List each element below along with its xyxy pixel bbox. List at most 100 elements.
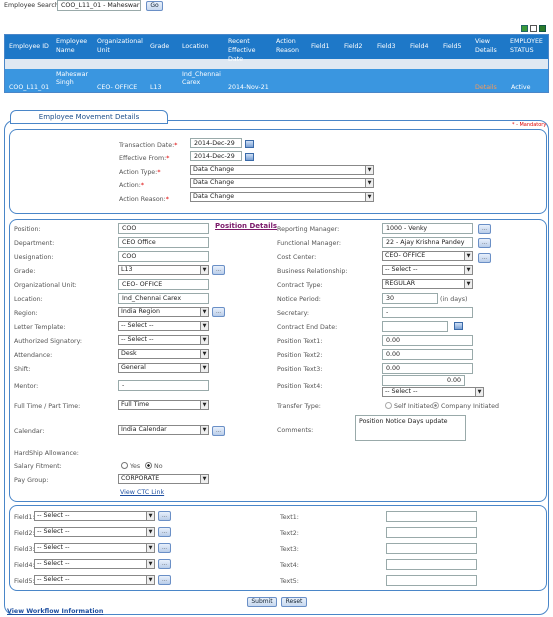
print-icon[interactable] (530, 25, 537, 32)
cost-center-lookup-button[interactable]: … (478, 253, 491, 263)
region-select[interactable]: India Region ▼ (118, 307, 209, 317)
text1-input[interactable] (386, 511, 477, 522)
field5-lookup-button[interactable]: … (158, 575, 171, 585)
self-initiated-radio[interactable] (385, 402, 392, 409)
field5-label: Field5: (14, 578, 35, 585)
effective-from-input[interactable]: 2014-Dec-29 (190, 151, 242, 161)
field1-lookup-button[interactable]: … (158, 511, 171, 521)
excel-export-icon[interactable] (521, 25, 528, 32)
col-field5: Field5 (443, 43, 462, 50)
view-workflow-link[interactable]: View Workflow Information (7, 608, 103, 615)
org-unit-label: Organizational Unit: (14, 282, 77, 289)
effective-calendar-icon[interactable] (245, 153, 254, 161)
cost-center-select[interactable]: CEO- OFFICE ▼ (382, 251, 473, 261)
letter-template-select[interactable]: -- Select -- ▼ (118, 321, 209, 331)
field1-label: Field1: (14, 514, 35, 521)
location-input[interactable]: Ind_Chennai Carex (118, 293, 209, 304)
position-text3-input[interactable]: 0.00 (382, 363, 473, 374)
manager-lookup-button[interactable]: … (478, 224, 491, 234)
grid-export-icon[interactable] (539, 25, 546, 32)
org-unit-input[interactable]: CEO- OFFICE (118, 279, 209, 290)
action-select[interactable]: Data Change ▼ (190, 178, 374, 188)
designation-input[interactable]: COO (118, 251, 209, 262)
company-initiated-label: Company Initiated (441, 403, 499, 410)
col-field3: Field3 (377, 43, 396, 50)
grade-select[interactable]: L13 ▼ (118, 265, 209, 275)
calendar-select[interactable]: India Calendar ▼ (118, 425, 209, 435)
salary-no-radio[interactable] (145, 462, 152, 469)
company-initiated-radio[interactable] (432, 402, 439, 409)
action-type-label: Action Type:* (119, 169, 161, 176)
position-text2-input[interactable]: 0.00 (382, 349, 473, 360)
position-text4-select[interactable]: -- Select -- ▼ (382, 387, 484, 397)
department-input[interactable]: CEO Office (118, 237, 209, 248)
signatory-label: Authorized Signatory: (14, 338, 83, 345)
paygroup-select[interactable]: CORPORATE ▼ (118, 474, 209, 484)
position-panel (9, 219, 547, 502)
reporting-manager-input[interactable]: 1000 - Venky (382, 223, 473, 234)
field1-select[interactable]: -- Select -- ▼ (34, 511, 155, 521)
secretary-input[interactable]: - (382, 307, 473, 318)
col-field1: Field1 (311, 43, 330, 50)
fulltime-select[interactable]: Full Time ▼ (118, 400, 209, 410)
text4-label: Text4: (280, 562, 299, 569)
details-link[interactable]: Details (475, 84, 497, 92)
comments-textarea[interactable]: Position Notice Days update (355, 415, 466, 441)
hardship-label: HardShip Allowance: (14, 450, 79, 457)
cell-org-unit: CEO- OFFICE (97, 84, 138, 91)
contract-type-select[interactable]: REGULAR ▼ (382, 279, 473, 289)
text3-input[interactable] (386, 543, 477, 554)
cell-grade: L13 (150, 84, 162, 91)
field2-lookup-button[interactable]: … (158, 527, 171, 537)
position-text3-label: Position Text3: (277, 366, 323, 373)
field5-select[interactable]: -- Select -- ▼ (34, 575, 155, 585)
employee-search-input[interactable]: COO_L11_01 - Maheswar Sir (57, 0, 141, 11)
position-text4-input[interactable]: 0.00 (382, 375, 465, 386)
contract-end-calendar-icon[interactable] (454, 322, 463, 330)
text5-label: Text5: (280, 578, 299, 585)
calendar-lookup-button[interactable]: … (212, 426, 225, 436)
signatory-select[interactable]: -- Select -- ▼ (118, 335, 209, 345)
go-button[interactable]: Go (146, 1, 163, 11)
functional-manager-input[interactable]: 22 - Ajay Krishna Pandey (382, 237, 473, 248)
shift-select[interactable]: General ▼ (118, 363, 209, 373)
position-input[interactable]: COO (118, 223, 209, 234)
mandatory-note: * - Mandatory (512, 122, 547, 128)
position-text4-label: Position Text4: (277, 383, 323, 390)
action-type-select[interactable]: Data Change ▼ (190, 165, 374, 175)
field3-select[interactable]: -- Select -- ▼ (34, 543, 155, 553)
field2-label: Field2: (14, 530, 35, 537)
grade-lookup-button[interactable]: … (212, 265, 225, 275)
attendance-select[interactable]: Desk ▼ (118, 349, 209, 359)
calendar-label: Calendar: (14, 428, 45, 435)
col-action-reason: Action Reason (276, 38, 299, 54)
department-label: Department: (14, 240, 55, 247)
submit-button[interactable]: Submit (247, 597, 277, 607)
contract-end-input[interactable] (382, 321, 448, 332)
field2-select[interactable]: -- Select -- ▼ (34, 527, 155, 537)
notice-period-input[interactable]: 30 (382, 293, 438, 304)
reset-button[interactable]: Reset (281, 597, 307, 607)
mentor-input[interactable]: - (118, 380, 209, 391)
text5-input[interactable] (386, 575, 477, 586)
action-reason-label: Action Reason:* (119, 196, 169, 203)
business-select[interactable]: -- Select -- ▼ (382, 265, 473, 275)
transaction-calendar-icon[interactable] (245, 140, 254, 148)
field4-select[interactable]: -- Select -- ▼ (34, 559, 155, 569)
region-label: Region: (14, 310, 38, 317)
transaction-date-label: Transaction Date:* (119, 142, 178, 149)
transaction-date-input[interactable]: 2014-Dec-29 (190, 138, 242, 148)
region-lookup-button[interactable]: … (212, 307, 225, 317)
functional-lookup-button[interactable]: … (478, 238, 491, 248)
text2-input[interactable] (386, 527, 477, 538)
text4-input[interactable] (386, 559, 477, 570)
salary-yes-radio[interactable] (121, 462, 128, 469)
functional-manager-label: Functional Manager: (277, 240, 342, 247)
field3-lookup-button[interactable]: … (158, 543, 171, 553)
location-label: Location: (14, 296, 43, 303)
action-reason-select[interactable]: Data Change ▼ (190, 192, 374, 202)
position-text1-input[interactable]: 0.00 (382, 335, 473, 346)
view-ctc-link[interactable]: View CTC Link (120, 489, 164, 496)
field4-lookup-button[interactable]: … (158, 559, 171, 569)
col-field4: Field4 (410, 43, 429, 50)
